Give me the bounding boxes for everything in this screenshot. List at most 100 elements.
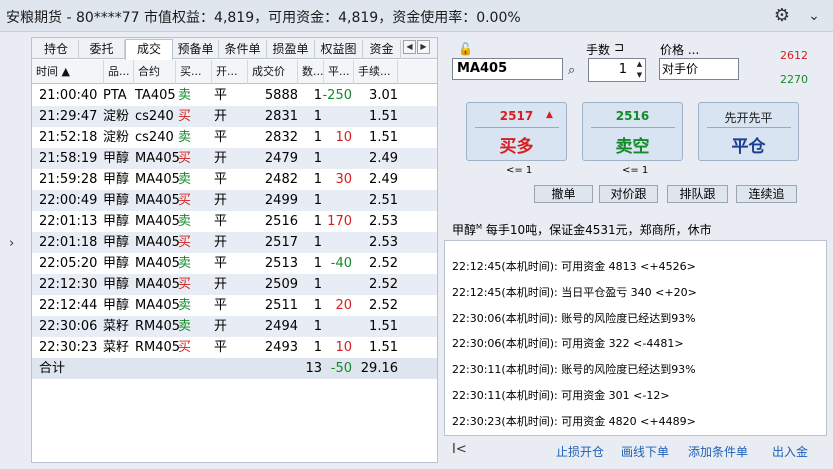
deposit-withdraw-link[interactable]: 出入金 (772, 443, 808, 460)
col-side[interactable]: 买... (176, 60, 212, 84)
cell-pnl (322, 148, 352, 169)
tab-scroll-right-icon[interactable]: ▶ (417, 40, 430, 54)
col-product[interactable]: 品... (104, 60, 134, 84)
cell-side: 买 (178, 151, 192, 166)
table-row[interactable]: 22:05:20 甲醇 MA405 卖 平 2513 1 -40 2.52 (32, 253, 437, 274)
cell-price: 2831 (264, 109, 298, 124)
cancel-order-button[interactable]: 撤单 (534, 185, 593, 203)
cell-product: 菜籽 (103, 340, 130, 355)
buy-long-button[interactable]: 2517 ▲ 买多 (466, 102, 567, 161)
cell-time: 22:12:30 (39, 277, 98, 292)
stop-loss-open-link[interactable]: 止损开仓 (556, 443, 604, 460)
table-row[interactable]: 22:12:44 甲醇 MA405 卖 平 2511 1 20 2.52 (32, 295, 437, 316)
cell-fee: 1.51 (369, 109, 398, 124)
buy-label: 买多 (499, 137, 534, 157)
cell-side: 卖 (178, 298, 192, 313)
tab-trades[interactable]: 成交 (125, 39, 173, 60)
table-row[interactable]: 21:00:40 PTA TA405 卖 平 5888 1 -250 3.01 (32, 85, 437, 106)
cell-pnl (322, 190, 352, 211)
follow-counter-price-button[interactable]: 对价跟 (599, 185, 658, 203)
tab-orders[interactable]: 委托 (79, 40, 125, 59)
tab-scroll-left-icon[interactable]: ◀ (403, 40, 416, 54)
cell-side: 买 (178, 340, 192, 355)
contract-info: 甲醇M 每手10吨，保证金4531元，郑商所，休市 (452, 221, 712, 238)
table-row[interactable]: 21:52:18 淀粉 cs240 卖 平 2832 1 10 1.51 (32, 127, 437, 148)
price-type-select[interactable]: 对手价 (659, 58, 739, 80)
table-row[interactable]: 22:12:30 甲醇 MA405 买 开 2509 1 2.52 (32, 274, 437, 295)
cell-oc: 开 (214, 151, 228, 166)
lock-icon[interactable]: 🔓 (458, 42, 473, 56)
cell-fee: 1.51 (369, 130, 398, 145)
tab-equity-chart[interactable]: 权益图 (315, 40, 363, 59)
cell-product: PTA (103, 88, 127, 103)
qty-menu-icon[interactable]: ⊐ (614, 40, 624, 54)
cell-pnl: 30 (335, 172, 352, 187)
table-row[interactable]: 22:01:18 甲醇 MA405 买 开 2517 1 2.53 (32, 232, 437, 253)
cell-contract: MA405 (135, 235, 180, 250)
col-time[interactable]: 时间 ▲ (32, 60, 104, 84)
trades-panel: 持仓 委托 成交 预备单 条件单 损盈单 权益图 资金 ◀ ▶ 时间 ▲ 品..… (31, 37, 438, 463)
cell-pnl: 10 (335, 130, 352, 145)
col-open-close[interactable]: 开... (212, 60, 248, 84)
cell-contract: MA405 (135, 172, 180, 187)
total-qty: 13 (305, 361, 322, 376)
cell-product: 甲醇 (103, 298, 130, 313)
chevron-down-icon[interactable]: ⌄ (804, 6, 824, 26)
cell-pnl: 20 (335, 298, 352, 313)
add-conditional-order-link[interactable]: 添加条件单 (688, 443, 748, 460)
cell-price: 2499 (264, 193, 298, 208)
cell-oc: 平 (214, 256, 228, 271)
search-icon[interactable]: ⌕ (568, 63, 575, 78)
symbol-input[interactable]: MA405 (452, 58, 563, 80)
cell-oc: 开 (214, 277, 228, 292)
cell-qty: 1 (313, 298, 322, 313)
table-row[interactable]: 22:01:13 甲醇 MA405 卖 平 2516 1 170 2.53 (32, 211, 437, 232)
buy-limit: <= 1 (506, 165, 533, 176)
col-pnl[interactable]: 平... (324, 60, 354, 84)
table-row[interactable]: 21:58:19 甲醇 MA405 买 开 2479 1 2.49 (32, 148, 437, 169)
scroll-to-start-icon[interactable]: I< (452, 442, 467, 457)
col-contract[interactable]: 合约 (134, 60, 176, 84)
tab-stop-orders[interactable]: 损盈单 (267, 40, 315, 59)
cell-time: 22:30:06 (39, 319, 98, 334)
cell-price: 2509 (264, 277, 298, 292)
col-fee[interactable]: 手续... (354, 60, 398, 84)
cell-side: 卖 (178, 88, 192, 103)
tab-conditional-orders[interactable]: 条件单 (219, 40, 267, 59)
col-qty[interactable]: 数... (298, 60, 324, 84)
col-price[interactable]: 成交价 (248, 60, 298, 84)
tab-positions[interactable]: 持仓 (34, 40, 79, 59)
sell-limit: <= 1 (622, 165, 649, 176)
tab-funds[interactable]: 资金 (363, 40, 401, 59)
close-mode: 先开先平 (724, 111, 773, 125)
sell-label: 卖空 (615, 137, 650, 157)
cell-price: 2482 (264, 172, 298, 187)
spinner-arrows-icon[interactable]: ▲ ▼ (634, 59, 645, 81)
total-row[interactable]: 合计 13 -50 29.16 (32, 358, 437, 379)
table-row[interactable]: 22:30:23 菜籽 RM405 买 平 2493 1 10 1.51 (32, 337, 437, 358)
price-label[interactable]: 价格 ... (660, 41, 699, 58)
tab-prepared-orders[interactable]: 预备单 (173, 40, 219, 59)
cell-side: 买 (178, 235, 192, 250)
cell-product: 菜籽 (103, 319, 130, 334)
cell-time: 21:58:19 (39, 151, 98, 166)
bid-price: 2270 (780, 73, 808, 86)
close-position-button[interactable]: 先开先平 平仓 (698, 102, 799, 161)
gear-icon[interactable]: ⚙ (772, 6, 792, 26)
cell-contract: RM405 (135, 340, 181, 355)
sell-short-button[interactable]: 2516 卖空 (582, 102, 683, 161)
follow-queue-price-button[interactable]: 排队跟 (667, 185, 728, 203)
draw-line-order-link[interactable]: 画线下单 (621, 443, 669, 460)
expand-arrow-icon[interactable]: › (9, 236, 14, 251)
table-row[interactable]: 22:30:06 菜籽 RM405 卖 开 2494 1 1.51 (32, 316, 437, 337)
cell-oc: 开 (214, 109, 228, 124)
table-row[interactable]: 21:29:47 淀粉 cs240 买 开 2831 1 1.51 (32, 106, 437, 127)
cell-oc: 开 (214, 193, 228, 208)
table-row[interactable]: 21:59:28 甲醇 MA405 卖 平 2482 1 30 2.49 (32, 169, 437, 190)
cell-fee: 1.51 (369, 319, 398, 334)
cell-fee: 2.49 (369, 151, 398, 166)
cell-contract: TA405 (135, 88, 176, 103)
continuous-chase-button[interactable]: 连续追 (736, 185, 797, 203)
cell-fee: 2.52 (369, 256, 398, 271)
table-row[interactable]: 22:00:49 甲醇 MA405 买 开 2499 1 2.51 (32, 190, 437, 211)
